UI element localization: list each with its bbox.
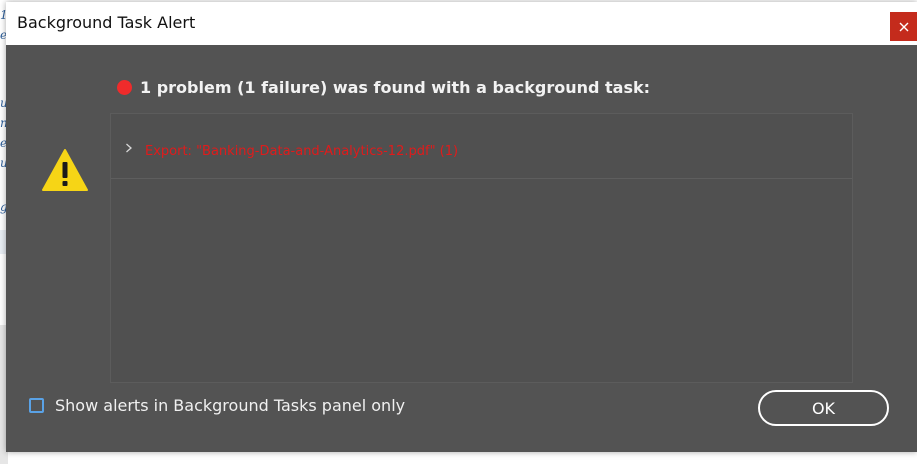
problem-summary-text: 1 problem (1 failure) was found with a b…: [140, 78, 651, 97]
dialog-title: Background Task Alert: [17, 13, 196, 32]
warning-triangle-icon: [42, 149, 88, 191]
chevron-right-icon[interactable]: [125, 143, 133, 153]
title-bar[interactable]: Background Task Alert: [6, 2, 917, 45]
problem-list: Export: "Banking-Data-and-Analytics-12.p…: [110, 113, 853, 383]
show-alerts-option[interactable]: Show alerts in Background Tasks panel on…: [29, 396, 405, 415]
error-dot-icon: [117, 80, 132, 95]
problem-item[interactable]: Export: "Banking-Data-and-Analytics-12.p…: [111, 114, 852, 179]
problem-item-label: Export: "Banking-Data-and-Analytics-12.p…: [145, 144, 459, 159]
close-button[interactable]: [890, 12, 917, 41]
problem-summary: 1 problem (1 failure) was found with a b…: [117, 78, 650, 97]
show-alerts-label[interactable]: Show alerts in Background Tasks panel on…: [55, 396, 405, 415]
ok-button[interactable]: OK: [758, 390, 889, 426]
background-task-alert-dialog: Background Task Alert 1 problem (1 failu…: [6, 2, 917, 452]
show-alerts-checkbox[interactable]: [29, 398, 44, 413]
close-icon: [899, 22, 908, 31]
